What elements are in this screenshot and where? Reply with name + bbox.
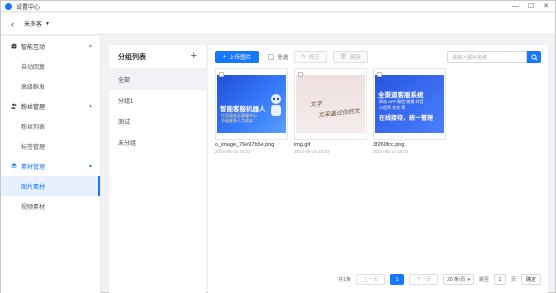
category-panel-title: 分组列表 xyxy=(118,53,146,61)
image-thumbnail[interactable]: 文字 文采盖过你的文 xyxy=(294,68,367,140)
prev-page-button[interactable]: 上一页 xyxy=(356,274,386,285)
layers-icon xyxy=(11,163,17,169)
image-checkbox[interactable] xyxy=(298,72,303,77)
app-logo-icon xyxy=(5,2,12,10)
banner-headline: 全渠道客服系统 xyxy=(378,92,424,99)
search-box: 请输入图片名称 xyxy=(447,51,541,63)
app-window: 设置中心 — ☐ ✕ ‹ 米多客 ▼ 智能互动 ▲ 自动回复 高级群发 粉丝管理… xyxy=(0,0,556,293)
select-all-label: 全选 xyxy=(277,55,289,61)
robot-mascot-icon xyxy=(271,94,281,116)
upload-image-button[interactable]: + 上传图片 xyxy=(215,51,260,63)
image-filename: img.gif xyxy=(294,142,311,148)
plus-icon: + xyxy=(223,54,227,60)
banner-headline: 智能客服机器人 xyxy=(220,106,266,113)
search-button[interactable] xyxy=(527,51,541,63)
confirm-goto-button[interactable]: 确定 xyxy=(520,274,541,285)
delete-label: 删除 xyxy=(349,55,361,61)
image-date: 2022-05-14 10:33 xyxy=(294,149,330,154)
title-bar: 设置中心 — ☐ ✕ xyxy=(1,1,555,12)
users-icon xyxy=(11,103,17,109)
image-checkbox[interactable] xyxy=(219,72,224,77)
sidebar: 智能互动 ▲ 自动回复 高级群发 粉丝管理 ▲ 粉丝列表 标签管理 素材管理 ▲… xyxy=(1,36,101,293)
edit-icon: ✎ xyxy=(301,54,306,60)
select-all-checkbox[interactable]: 全选 xyxy=(268,53,288,61)
sidebar-group-label: 素材管理 xyxy=(21,164,46,171)
category-item-ungrouped[interactable]: 未分组 xyxy=(109,132,206,153)
edit-label: 修正 xyxy=(308,55,320,61)
close-icon[interactable]: ✕ xyxy=(543,3,549,10)
image-checkbox[interactable] xyxy=(377,72,382,77)
trash-icon: 🗑 xyxy=(339,54,347,60)
sidebar-item-auto-reply[interactable]: 自动回复 xyxy=(1,56,100,76)
image-thumbnail[interactable]: 全渠道客服系统 网站 APP 微信 微博 抖音 小程序 京东 等 在线接待，统一… xyxy=(373,68,446,140)
chevron-up-icon: ▲ xyxy=(88,103,93,109)
category-item-group1[interactable]: 分组1 xyxy=(109,90,206,111)
header-bar: ‹ 米多客 ▼ xyxy=(1,13,555,35)
banner-subline: 小程序 京东 等 xyxy=(379,105,406,110)
image-preview: 文字 文采盖过你的文 xyxy=(296,75,365,133)
image-library: + 上传图片 全选 ✎ 修正 🗑 删除 请输入图片名称 智能客服机器人 打造高效… xyxy=(208,45,548,293)
robot-icon xyxy=(11,43,17,49)
checkbox-box xyxy=(268,54,275,60)
image-date: 2022-05-14 10:33 xyxy=(215,149,251,154)
maximize-icon[interactable]: ☐ xyxy=(528,3,534,10)
window-title: 设置中心 xyxy=(16,4,41,11)
sidebar-item-video-materials[interactable]: 视频素材 xyxy=(1,196,100,216)
goto-label: 跳至 xyxy=(478,277,489,283)
image-preview: 全渠道客服系统 网站 APP 微信 微博 抖音 小程序 京东 等 在线接待，统一… xyxy=(375,75,444,133)
total-count: 共1条 xyxy=(338,277,352,283)
edit-button[interactable]: ✎ 修正 xyxy=(294,51,327,63)
banner-tagline: 在线接待，统一管理 xyxy=(379,116,434,122)
next-page-button[interactable]: 下一页 xyxy=(409,274,439,285)
chevron-up-icon: ▲ xyxy=(88,163,93,169)
sidebar-group-label: 智能互动 xyxy=(21,44,46,51)
caret-down-icon[interactable]: ▼ xyxy=(45,21,50,27)
handwriting-text: 文采盖过你的文 xyxy=(317,107,361,120)
sidebar-group-interaction[interactable]: 智能互动 ▲ xyxy=(1,36,100,56)
add-category-icon[interactable]: + xyxy=(191,51,197,62)
chevron-down-icon: ▾ xyxy=(467,276,470,283)
image-card[interactable]: 全渠道客服系统 网站 APP 微信 微博 抖音 小程序 京东 等 在线接待，统一… xyxy=(373,68,446,154)
pagination: 共1条 上一页 1 下一页 20 条/页 ▾ 跳至 1 页 确定 xyxy=(338,274,541,285)
image-card[interactable]: 智能客服机器人 打造高效无客服中心 节省更多人力成本 o_image_76e97… xyxy=(215,68,288,154)
back-arrow-icon[interactable]: ‹ xyxy=(11,19,14,29)
account-switcher[interactable]: 米多客 xyxy=(24,19,42,28)
sidebar-group-label: 粉丝管理 xyxy=(21,104,46,111)
search-icon xyxy=(530,53,538,61)
category-panel: 分组列表 + 全部 分组1 测试 未分组 xyxy=(109,45,206,293)
minimize-icon[interactable]: — xyxy=(512,3,519,10)
image-card[interactable]: 文字 文采盖过你的文 img.gif 2022-05-14 10:33 xyxy=(294,68,367,154)
sidebar-group-fans[interactable]: 粉丝管理 ▲ xyxy=(1,96,100,116)
image-date: 2022-05-14 10:33 xyxy=(373,149,409,154)
image-preview: 智能客服机器人 打造高效无客服中心 节省更多人力成本 xyxy=(217,75,286,133)
goto-page-input[interactable]: 1 xyxy=(493,274,506,285)
handwriting-text: 文字 xyxy=(309,100,323,109)
sidebar-item-mass-send[interactable]: 高级群发 xyxy=(1,76,100,96)
page-unit-label: 页 xyxy=(510,277,516,283)
image-filename: o_image_76e97b5e.png xyxy=(215,142,275,148)
category-item-test[interactable]: 测试 xyxy=(109,111,206,132)
chevron-up-icon: ▲ xyxy=(88,43,93,49)
sidebar-item-image-materials[interactable]: 图片素材 xyxy=(1,176,100,196)
delete-button[interactable]: 🗑 删除 xyxy=(332,51,368,63)
sidebar-item-tag-manage[interactable]: 标签管理 xyxy=(1,136,100,156)
page-size-value: 20 条/页 xyxy=(447,277,466,283)
category-item-all[interactable]: 全部 xyxy=(109,69,206,90)
page-number-current[interactable]: 1 xyxy=(390,274,405,285)
banner-subline: 节省更多人力成本 xyxy=(221,118,253,123)
image-thumbnail[interactable]: 智能客服机器人 打造高效无客服中心 节省更多人力成本 xyxy=(215,68,288,140)
sidebar-item-fan-list[interactable]: 粉丝列表 xyxy=(1,116,100,136)
sidebar-group-materials[interactable]: 素材管理 ▲ xyxy=(1,156,100,176)
page-size-select[interactable]: 20 条/页 ▾ xyxy=(443,274,474,285)
upload-label: 上传图片 xyxy=(229,55,252,61)
toolbar: + 上传图片 全选 ✎ 修正 🗑 删除 请输入图片名称 xyxy=(215,50,541,64)
image-grid: 智能客服机器人 打造高效无客服中心 节省更多人力成本 o_image_76e97… xyxy=(215,68,446,154)
search-input[interactable]: 请输入图片名称 xyxy=(447,51,527,63)
image-filename: 3f260fcc.png xyxy=(373,142,405,148)
